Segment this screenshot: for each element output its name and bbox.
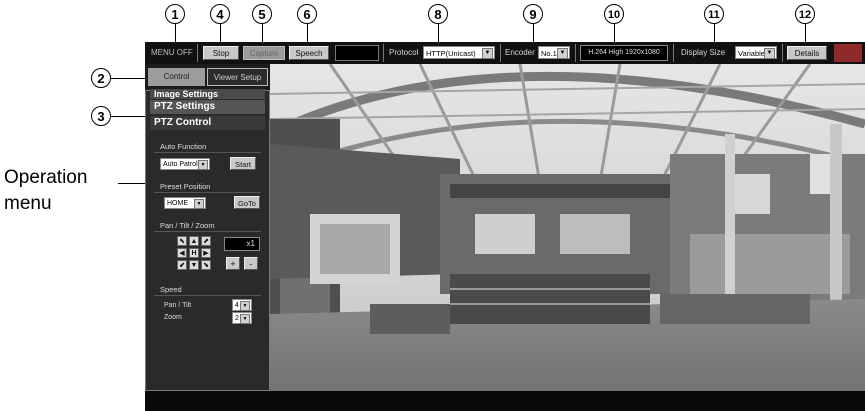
callout-2: 2	[91, 68, 111, 88]
toolbar-divider	[500, 44, 501, 62]
home-position-button[interactable]: H	[189, 248, 199, 258]
camera-image	[270, 64, 865, 411]
stream-info-display: H.264 High 1920x1080	[580, 45, 668, 61]
pan-down-left-icon[interactable]: ⬋	[177, 260, 187, 270]
annotation-line-2: menu	[4, 193, 52, 214]
operation-menu-leader	[118, 183, 145, 184]
audio-indicator	[335, 45, 379, 61]
callout-8-leader	[438, 24, 439, 42]
chevron-down-icon: ▼	[240, 314, 250, 324]
image-settings-header[interactable]: Image Settings	[150, 89, 265, 99]
pan-tilt-speed-select[interactable]: 4 ▼	[232, 299, 252, 311]
callout-2-leader	[111, 78, 147, 79]
display-size-select[interactable]: Variable ▼	[735, 46, 777, 59]
callout-4: 4	[210, 4, 230, 24]
speed-label: Speed	[160, 285, 182, 294]
callout-10-leader	[614, 24, 615, 42]
bottom-bar	[145, 391, 865, 411]
encoder-value: No.1	[541, 49, 557, 58]
callout-5-leader	[262, 24, 263, 42]
preset-value: HOME	[167, 200, 188, 207]
section-divider	[154, 231, 261, 232]
protocol-select[interactable]: HTTP(Unicast) ▼	[423, 46, 495, 59]
annotation-line-1: Operation	[4, 167, 88, 188]
section-divider	[154, 295, 261, 296]
chevron-down-icon: ▼	[194, 199, 204, 209]
toolbar-divider	[782, 44, 783, 62]
section-divider	[154, 152, 261, 153]
zoom-in-button[interactable]: +	[226, 257, 240, 270]
callout-11-leader	[714, 24, 715, 42]
ptz-control-header[interactable]: PTZ Control	[150, 116, 265, 130]
callout-4-leader	[220, 24, 221, 42]
tab-viewer-setup[interactable]: Viewer Setup	[207, 68, 268, 86]
pan-up-left-icon[interactable]: ⬉	[177, 236, 187, 246]
operation-menu-annotation: Operation menu	[4, 165, 87, 217]
zoom-out-button[interactable]: -	[244, 257, 258, 270]
tab-control[interactable]: Control	[148, 68, 205, 86]
pan-up-right-icon[interactable]: ⬈	[201, 236, 211, 246]
toolbar-divider	[197, 44, 198, 62]
auto-function-value: Auto Patrol	[163, 161, 198, 168]
speech-button[interactable]: Speech	[289, 46, 329, 60]
callout-6-leader	[307, 24, 308, 42]
stop-button[interactable]: Stop	[203, 46, 239, 60]
goto-button[interactable]: GoTo	[234, 196, 260, 209]
camera-live-view[interactable]	[270, 64, 865, 411]
chevron-down-icon: ▼	[557, 48, 568, 59]
callout-11: 11	[704, 4, 724, 24]
encoder-label: Encoder	[505, 48, 535, 57]
toolbar-divider	[575, 44, 576, 62]
tab-row: Control Viewer Setup	[145, 64, 270, 90]
callout-1-leader	[175, 24, 176, 42]
callout-9-leader	[533, 24, 534, 42]
zoom-readout: x1	[224, 237, 260, 251]
pan-left-icon[interactable]: ◀	[177, 248, 187, 258]
section-divider	[154, 192, 261, 193]
protocol-value: HTTP(Unicast)	[426, 49, 476, 58]
callout-8: 8	[428, 4, 448, 24]
callout-10: 10	[604, 4, 624, 24]
details-button[interactable]: Details	[787, 46, 827, 60]
operation-menu-panel: Image Settings PTZ Settings PTZ Control …	[145, 89, 270, 391]
pan-tilt-speed-value: 4	[235, 302, 239, 309]
zoom-speed-select[interactable]: 2 ▼	[232, 312, 252, 324]
toolbar-divider	[383, 44, 384, 62]
chevron-down-icon: ▼	[198, 160, 208, 170]
start-button[interactable]: Start	[230, 157, 256, 170]
pan-tilt-zoom-label: Pan / Tilt / Zoom	[160, 221, 215, 230]
callout-1: 1	[165, 4, 185, 24]
callout-3: 3	[91, 106, 111, 126]
pan-right-icon[interactable]: ▶	[201, 248, 211, 258]
capture-button[interactable]: Capture	[243, 46, 285, 60]
pan-down-right-icon[interactable]: ⬊	[201, 260, 211, 270]
encoder-select[interactable]: No.1 ▼	[538, 46, 570, 59]
top-toolbar: MENU OFF Stop Capture Speech Protocol HT…	[145, 42, 865, 64]
zoom-speed-label: Zoom	[164, 314, 182, 321]
callout-12: 12	[795, 4, 815, 24]
callout-5: 5	[252, 4, 272, 24]
tilt-down-icon[interactable]: ▼	[189, 260, 199, 270]
pan-tilt-speed-label: Pan / Tilt	[164, 302, 192, 309]
chevron-down-icon: ▼	[482, 48, 493, 59]
toolbar-divider	[673, 44, 674, 62]
auto-function-select[interactable]: Auto Patrol ▼	[160, 158, 210, 170]
callout-9: 9	[523, 4, 543, 24]
menu-off-toggle[interactable]: MENU OFF	[151, 46, 193, 60]
zoom-speed-value: 2	[235, 315, 239, 322]
auto-function-label: Auto Function	[160, 142, 207, 151]
tilt-up-icon[interactable]: ▲	[189, 236, 199, 246]
preset-position-label: Preset Position	[160, 182, 211, 191]
display-size-label: Display Size	[681, 48, 726, 57]
callout-6: 6	[297, 4, 317, 24]
toolbar-accent	[834, 44, 862, 62]
callout-12-leader	[805, 24, 806, 42]
display-size-value: Variable	[738, 49, 765, 58]
preset-select[interactable]: HOME ▼	[164, 197, 206, 209]
protocol-label: Protocol	[389, 48, 419, 57]
ptz-settings-header[interactable]: PTZ Settings	[150, 100, 265, 114]
chevron-down-icon: ▼	[764, 48, 775, 59]
chevron-down-icon: ▼	[240, 301, 250, 311]
